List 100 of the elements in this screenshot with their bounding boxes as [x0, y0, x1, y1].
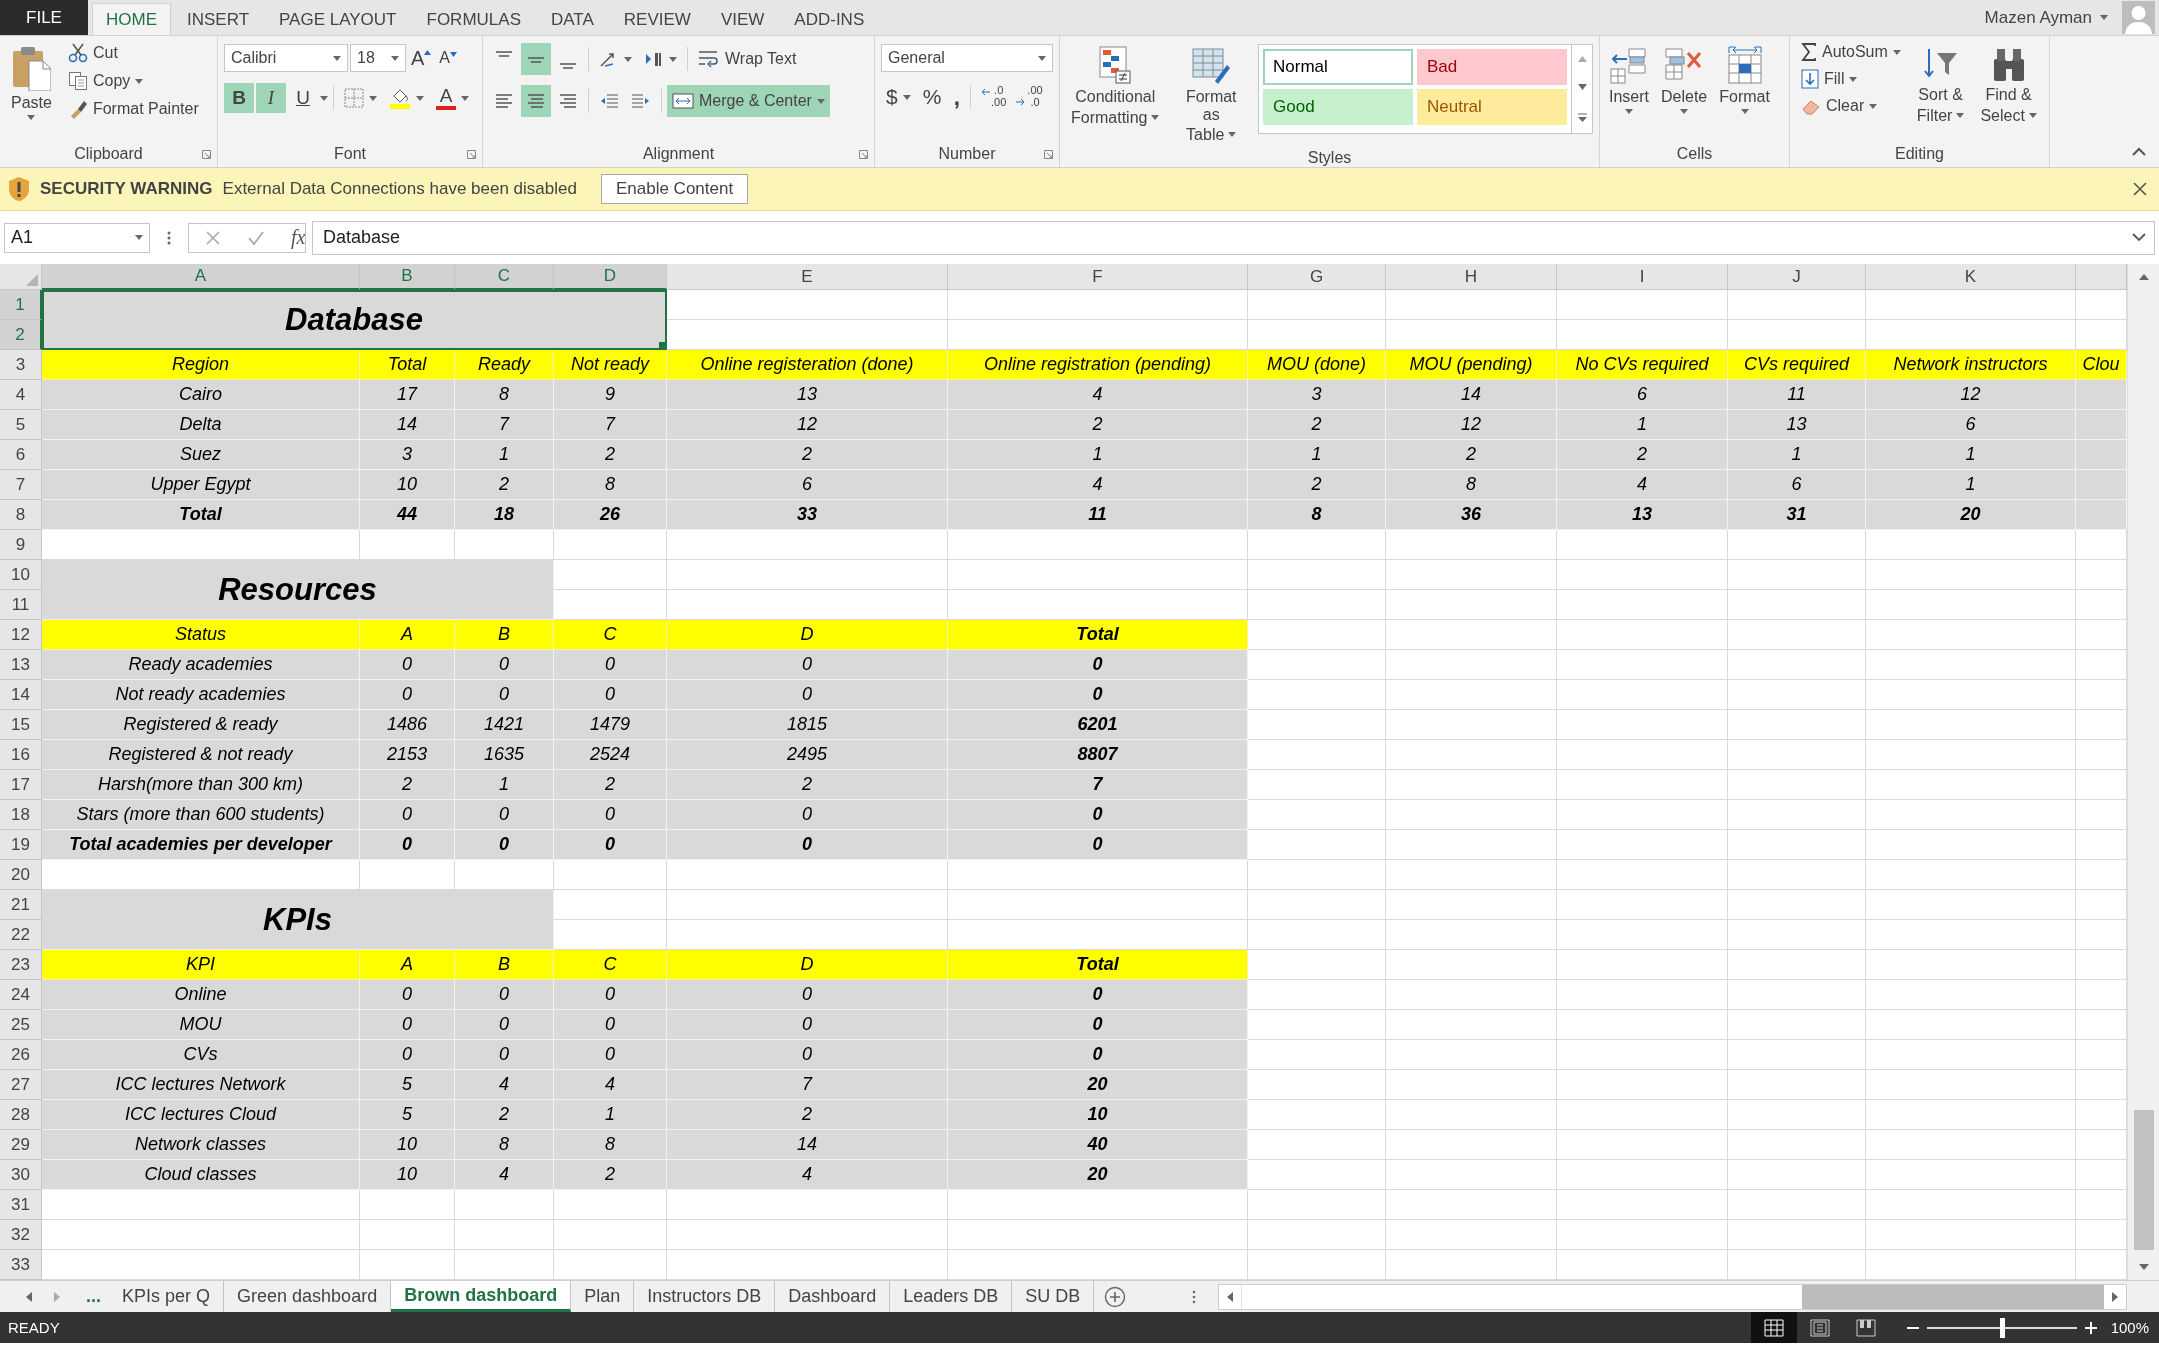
empty-cell[interactable] — [1866, 560, 2076, 590]
empty-cell[interactable] — [360, 1190, 455, 1220]
empty-cell[interactable] — [1386, 1100, 1557, 1130]
empty-cell[interactable] — [554, 590, 667, 620]
row-header[interactable]: 12 — [0, 620, 42, 650]
bold-button[interactable]: B — [224, 83, 254, 113]
empty-cell[interactable] — [1557, 1160, 1728, 1190]
empty-cell[interactable] — [1557, 740, 1728, 770]
insert-function-button[interactable]: fx — [291, 226, 306, 249]
empty-cell[interactable] — [1728, 1160, 1866, 1190]
empty-cell[interactable] — [1728, 710, 1866, 740]
row-header[interactable]: 9 — [0, 530, 42, 560]
increase-decimal-button[interactable]: .0 .00 — [976, 84, 1011, 110]
empty-cell[interactable] — [554, 920, 667, 950]
empty-cell[interactable] — [948, 1220, 1248, 1250]
ribbon-tab[interactable]: PAGE LAYOUT — [265, 3, 411, 35]
empty-cell[interactable] — [1386, 560, 1557, 590]
empty-cell[interactable] — [1248, 590, 1386, 620]
row-header[interactable]: 14 — [0, 680, 42, 710]
ribbon-tab[interactable]: REVIEW — [609, 3, 705, 35]
row-header[interactable]: 8 — [0, 500, 42, 530]
empty-cell[interactable] — [667, 590, 948, 620]
shrink-font-button[interactable]: A — [436, 48, 460, 68]
empty-cell[interactable] — [1386, 1130, 1557, 1160]
empty-cell[interactable] — [1728, 1220, 1866, 1250]
currency-button[interactable]: $ — [881, 82, 916, 112]
empty-cell[interactable] — [1866, 1070, 2076, 1100]
empty-cell[interactable] — [667, 890, 948, 920]
row-header[interactable]: 11 — [0, 590, 42, 620]
empty-cell[interactable] — [1386, 770, 1557, 800]
empty-cell[interactable] — [1386, 1220, 1557, 1250]
empty-cell[interactable] — [1386, 1070, 1557, 1100]
row-header[interactable]: 22 — [0, 920, 42, 950]
empty-cell[interactable] — [1557, 1190, 1728, 1220]
underline-button[interactable]: U — [288, 83, 318, 113]
row-header[interactable]: 23 — [0, 950, 42, 980]
empty-cell[interactable] — [1386, 1040, 1557, 1070]
empty-cell[interactable] — [667, 920, 948, 950]
empty-cell[interactable] — [554, 530, 667, 560]
empty-cell[interactable] — [1386, 800, 1557, 830]
empty-cell[interactable] — [1557, 770, 1728, 800]
empty-cell[interactable] — [554, 1190, 667, 1220]
empty-cell[interactable] — [1728, 680, 1866, 710]
row-header[interactable]: 19 — [0, 830, 42, 860]
row-header[interactable]: 20 — [0, 860, 42, 890]
empty-cell[interactable] — [554, 890, 667, 920]
row-header[interactable]: 15 — [0, 710, 42, 740]
row-header[interactable]: 7 — [0, 470, 42, 500]
merge-center-button[interactable]: Merge & Center — [667, 85, 830, 117]
cell-style-option[interactable]: Normal — [1263, 49, 1413, 85]
autosum-button[interactable]: AutoSum — [1796, 40, 1906, 64]
empty-cell[interactable] — [667, 1220, 948, 1250]
row-header[interactable]: 31 — [0, 1190, 42, 1220]
row-header[interactable]: 6 — [0, 440, 42, 470]
empty-cell[interactable] — [948, 590, 1248, 620]
empty-cell[interactable] — [1866, 980, 2076, 1010]
empty-cell[interactable] — [1386, 1160, 1557, 1190]
empty-cell[interactable] — [1866, 530, 2076, 560]
empty-cell[interactable] — [1866, 620, 2076, 650]
empty-cell[interactable] — [1728, 1100, 1866, 1130]
empty-cell[interactable] — [667, 560, 948, 590]
row-header[interactable]: 5 — [0, 410, 42, 440]
empty-cell[interactable] — [1866, 1130, 2076, 1160]
empty-cell[interactable] — [1866, 1040, 2076, 1070]
clear-button[interactable]: Clear — [1796, 94, 1906, 118]
empty-cell[interactable] — [948, 560, 1248, 590]
row-header[interactable]: 24 — [0, 980, 42, 1010]
copy-button[interactable]: Copy — [62, 68, 204, 94]
empty-cell[interactable] — [1386, 620, 1557, 650]
ribbon-tab[interactable]: INSERT — [173, 3, 264, 35]
zoom-in-button[interactable] — [2084, 1321, 2097, 1334]
empty-cell[interactable] — [1866, 920, 2076, 950]
empty-cell[interactable] — [1386, 980, 1557, 1010]
empty-cell[interactable] — [1557, 830, 1728, 860]
percent-button[interactable]: % — [917, 82, 947, 112]
column-header[interactable]: D — [554, 264, 667, 290]
empty-cell[interactable] — [1866, 650, 2076, 680]
empty-cell[interactable] — [1248, 920, 1386, 950]
empty-cell[interactable] — [1386, 650, 1557, 680]
empty-cell[interactable] — [455, 1220, 554, 1250]
vertical-align-button[interactable] — [521, 43, 551, 75]
empty-cell[interactable] — [948, 1190, 1248, 1220]
row-header[interactable]: 25 — [0, 1010, 42, 1040]
empty-cell[interactable] — [1557, 1130, 1728, 1160]
column-header[interactable]: E — [667, 264, 948, 290]
empty-cell[interactable] — [1557, 1100, 1728, 1130]
grow-font-button[interactable]: A — [408, 45, 435, 71]
column-header[interactable]: A — [42, 264, 360, 290]
format-cells-button[interactable]: Format — [1716, 40, 1773, 141]
empty-cell[interactable] — [1866, 1010, 2076, 1040]
formula-field[interactable]: Database — [312, 220, 2155, 255]
empty-cell[interactable] — [1866, 320, 2076, 350]
row-header[interactable]: 2 — [0, 320, 42, 350]
column-header[interactable]: H — [1386, 264, 1557, 290]
empty-cell[interactable] — [1386, 680, 1557, 710]
empty-cell[interactable] — [1248, 290, 1386, 320]
font-size-field[interactable]: 18 — [350, 44, 406, 72]
empty-cell[interactable] — [1866, 590, 2076, 620]
ribbon-tab[interactable]: ADD-INS — [780, 3, 879, 35]
normal-view-button[interactable] — [1750, 1312, 1797, 1343]
